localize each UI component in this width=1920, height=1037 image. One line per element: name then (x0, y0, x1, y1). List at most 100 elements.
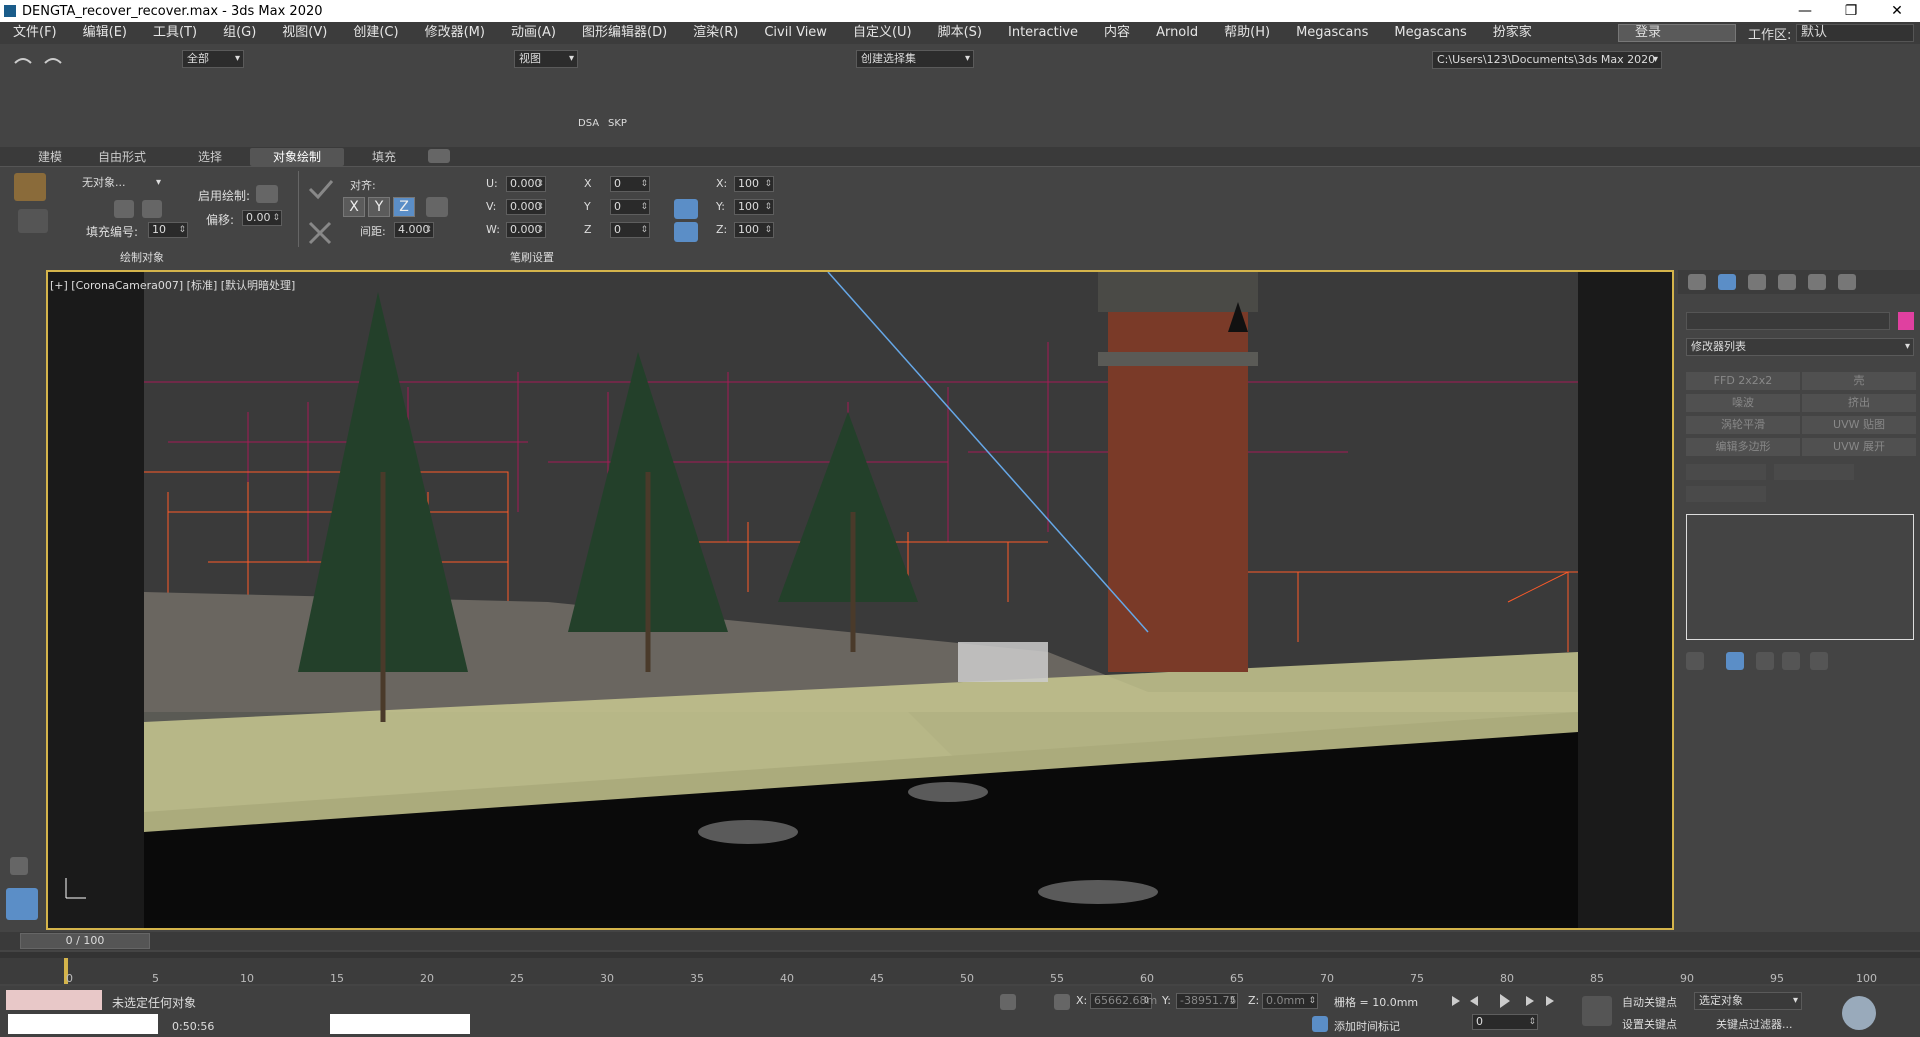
empty-slot[interactable] (1774, 464, 1854, 480)
scale-mode-icon[interactable] (674, 199, 698, 219)
extrude-button[interactable]: 挤出 (1802, 394, 1916, 412)
menu-item[interactable]: 内容 (1091, 22, 1143, 44)
menu-item[interactable]: 编辑(E) (70, 22, 140, 44)
project-path-dropdown[interactable]: C:\Users\123\Documents\3ds Max 2020 (1432, 51, 1662, 69)
noise-button[interactable]: 噪波 (1686, 394, 1800, 412)
paint-brush-icon[interactable] (14, 173, 46, 201)
edit-poly-button[interactable]: 编辑多边形 (1686, 438, 1800, 456)
utilities-tab-icon[interactable] (1838, 274, 1856, 290)
ribbon-options-icon[interactable] (428, 149, 450, 163)
offset-spinner[interactable]: 0.00 (242, 210, 282, 226)
close-button[interactable]: ✕ (1874, 0, 1920, 22)
expand-icon[interactable] (10, 857, 28, 875)
modify-tab-icon[interactable] (1718, 274, 1736, 290)
set-key-plus-icon[interactable] (1582, 996, 1612, 1026)
list-object-icon[interactable] (142, 200, 162, 218)
scale-y-spinner[interactable]: 100 (734, 199, 774, 215)
remove-modifier-icon[interactable] (1782, 652, 1800, 670)
menu-item[interactable]: 工具(T) (140, 22, 210, 44)
display-tab-icon[interactable] (1808, 274, 1826, 290)
configure-sets-icon[interactable] (1810, 652, 1828, 670)
menu-item[interactable]: 修改器(M) (412, 22, 498, 44)
unwrap-uvw-button[interactable]: UVW 展开 (1802, 438, 1916, 456)
time-slider[interactable]: 0 / 100 (0, 932, 1920, 950)
restore-button[interactable]: ❐ (1828, 0, 1874, 22)
turbosmooth-button[interactable]: 涡轮平滑 (1686, 416, 1800, 434)
menu-item[interactable]: 脚本(S) (925, 22, 995, 44)
key-target-dropdown[interactable]: 选定对象 (1694, 992, 1802, 1010)
workspace-dropdown[interactable]: 默认 (1796, 24, 1914, 42)
shell-button[interactable]: 壳 (1802, 372, 1916, 390)
time-tag-icon[interactable] (1312, 1016, 1328, 1032)
taskbar-app-3dsmax[interactable] (8, 1014, 158, 1034)
hierarchy-tab-icon[interactable] (1748, 274, 1766, 290)
flip-icon[interactable] (426, 197, 448, 217)
w-spinner[interactable]: 0.000 (506, 222, 546, 238)
tab-populate[interactable]: 填充 (364, 148, 404, 166)
menu-item[interactable]: 组(G) (210, 22, 269, 44)
selection-filter-dropdown[interactable]: 全部 (182, 50, 244, 68)
x-coord-field[interactable]: 65662.68m (1090, 993, 1157, 1009)
menu-item[interactable]: 扮家家 (1480, 22, 1545, 44)
track-bar[interactable]: 0 5 10 15 20 25 30 35 40 45 50 55 60 65 … (0, 952, 1920, 985)
scale-lock-icon[interactable] (674, 222, 698, 242)
minimize-button[interactable]: — (1782, 0, 1828, 22)
menu-item[interactable]: Megascans (1381, 22, 1479, 44)
add-time-tag[interactable]: 添加时间标记 (1334, 1018, 1400, 1034)
ffd-button[interactable]: FFD 2x2x2 (1686, 372, 1800, 390)
taskbar-app-record[interactable] (330, 1014, 470, 1034)
v-spinner[interactable]: 0.000 (506, 199, 546, 215)
viewport[interactable] (46, 270, 1674, 930)
show-end-result-icon[interactable] (1726, 652, 1744, 670)
make-unique-icon[interactable] (1756, 652, 1774, 670)
reference-coord-dropdown[interactable]: 视图 (514, 50, 578, 68)
set-key-label[interactable]: 设置关键点 (1622, 1016, 1677, 1032)
motion-tab-icon[interactable] (1778, 274, 1796, 290)
tab-object-paint[interactable]: 对象绘制 (250, 148, 344, 166)
isolate-icon[interactable] (1000, 994, 1016, 1010)
menu-item[interactable]: 自定义(U) (840, 22, 925, 44)
rot-y-spinner[interactable]: 0 (610, 199, 650, 215)
current-frame-spinner[interactable]: 0 (1472, 1014, 1538, 1030)
key-filters-button[interactable]: 关键点过滤器... (1716, 1016, 1793, 1032)
named-selection-dropdown[interactable]: 创建选择集 (856, 50, 974, 68)
create-tab-icon[interactable] (1688, 274, 1706, 290)
align-x-button[interactable]: X (343, 197, 365, 217)
u-spinner[interactable]: 0.000 (506, 176, 546, 192)
empty-slot[interactable] (1686, 464, 1766, 480)
y-coord-field[interactable]: -38951.75 (1176, 993, 1238, 1009)
maxscript-listener[interactable] (6, 990, 102, 1010)
object-dropdown[interactable]: 无对象... (78, 175, 164, 193)
menu-item[interactable]: 帮助(H) (1211, 22, 1283, 44)
object-color-swatch[interactable] (1898, 312, 1914, 330)
rot-z-spinner[interactable]: 0 (610, 222, 650, 238)
menu-item[interactable]: Arnold (1143, 22, 1211, 44)
menu-item[interactable]: 创建(C) (340, 22, 411, 44)
confirm-cancel-icons[interactable] (306, 175, 334, 245)
tab-selection[interactable]: 选择 (190, 148, 230, 166)
menu-item[interactable]: 视图(V) (269, 22, 340, 44)
object-name-field[interactable] (1686, 312, 1890, 330)
menu-item[interactable]: Interactive (995, 22, 1091, 44)
absolute-mode-icon[interactable] (1054, 994, 1070, 1010)
assistant-avatar-icon[interactable] (1842, 996, 1876, 1030)
pin-stack-icon[interactable] (1686, 652, 1704, 670)
viewport-label[interactable]: [+] [CoronaCamera007] [标准] [默认明暗处理] (50, 277, 295, 293)
pick-object-icon[interactable] (114, 200, 134, 218)
menu-item[interactable]: Civil View (751, 22, 840, 44)
modifier-stack[interactable] (1686, 514, 1914, 640)
menu-item[interactable]: 文件(F) (0, 22, 70, 44)
scale-x-spinner[interactable]: 100 (734, 176, 774, 192)
scale-z-spinner[interactable]: 100 (734, 222, 774, 238)
fill-number-spinner[interactable]: 10 (148, 222, 188, 238)
menu-item[interactable]: Megascans (1283, 22, 1381, 44)
tab-modeling[interactable]: 建模 (30, 148, 70, 166)
menu-item[interactable]: 图形编辑器(D) (569, 22, 680, 44)
rot-x-spinner[interactable]: 0 (610, 176, 650, 192)
align-y-button[interactable]: Y (368, 197, 390, 217)
menu-item[interactable]: 渲染(R) (680, 22, 751, 44)
login-dropdown[interactable]: 登录 (1618, 24, 1736, 42)
uvw-map-button[interactable]: UVW 贴图 (1802, 416, 1916, 434)
auto-key-label[interactable]: 自动关键点 (1622, 994, 1677, 1010)
modifier-list-dropdown[interactable]: 修改器列表 (1686, 338, 1914, 356)
